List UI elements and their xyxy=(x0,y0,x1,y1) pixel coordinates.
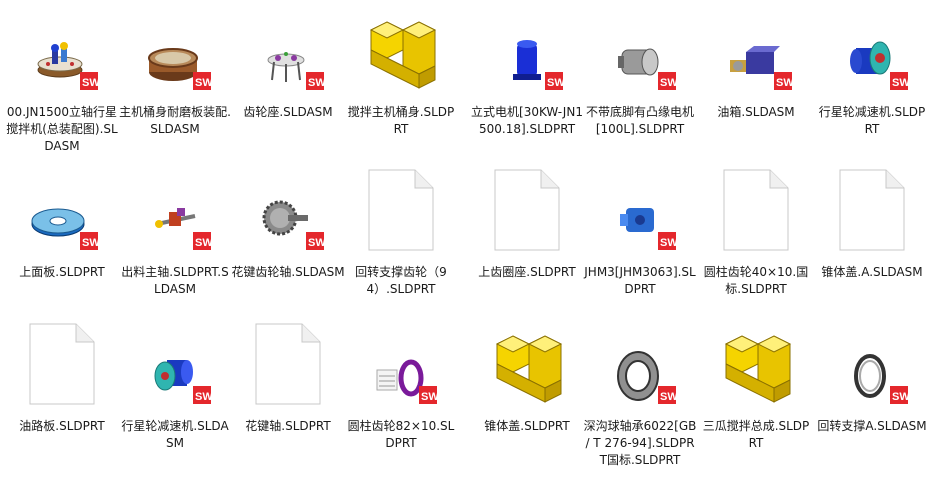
file-label: 00.JN1500立轴行星搅拌机(总装配图).SLDASM xyxy=(6,105,118,153)
svg-text:SW: SW xyxy=(308,77,326,89)
blank-file-icon xyxy=(832,160,912,254)
planetary-reducer-icon: SW xyxy=(832,0,912,94)
svg-text:SW: SW xyxy=(82,237,100,249)
file-item-cone-cover-a[interactable]: 锥体盖.A.SLDASM xyxy=(815,160,929,310)
file-label: 圆柱齿轮40×10.国标.SLDPRT xyxy=(703,265,809,296)
file-label: 油箱.SLDASM xyxy=(717,105,795,119)
file-label: 油路板.SLDPRT xyxy=(19,419,105,433)
spline-gear-shaft-icon: SW xyxy=(248,160,328,254)
gear-seat-icon: SW xyxy=(248,0,328,94)
file-item-slew-gear[interactable]: 回转支撑齿轮（94）.SLDPRT xyxy=(344,160,458,310)
file-item-oil-tank[interactable]: SW 油箱.SLDASM xyxy=(699,0,813,150)
file-label: 圆柱齿轮82×10.SLDPRT xyxy=(347,419,455,450)
ring-gear-icon: SW xyxy=(361,314,441,408)
file-label: 行星轮减速机.SLDPRT xyxy=(818,105,926,136)
assembly-stand-icon: SW xyxy=(22,0,102,94)
file-item-planetary-reducer-part[interactable]: SW 行星轮减速机.SLDPRT xyxy=(815,0,929,150)
file-item-planetary-reducer-asm[interactable]: SW 行星轮减速机.SLDASM xyxy=(118,314,232,464)
file-item-upper-ring-seat[interactable]: 上齿圈座.SLDPRT xyxy=(470,160,584,310)
file-label: 齿轮座.SLDASM xyxy=(243,105,333,119)
planetary-reducer-asm-icon: SW xyxy=(135,314,215,408)
file-item-assembly-main[interactable]: SW 00.JN1500立轴行星搅拌机(总装配图).SLDASM xyxy=(5,0,119,153)
svg-text:SW: SW xyxy=(892,77,910,89)
file-item-discharge-shaft[interactable]: SW 出料主轴.SLDPRT.SLDASM xyxy=(118,160,232,310)
svg-text:SW: SW xyxy=(195,237,213,249)
svg-text:SW: SW xyxy=(660,77,678,89)
svg-text:SW: SW xyxy=(660,237,678,249)
file-label: 锥体盖.A.SLDASM xyxy=(821,265,923,279)
hydraulic-pump-icon: SW xyxy=(600,160,680,254)
svg-text:SW: SW xyxy=(421,391,439,403)
file-label: 锥体盖.SLDPRT xyxy=(484,419,570,433)
file-item-gear-seat[interactable]: SW 齿轮座.SLDASM xyxy=(231,0,345,150)
svg-text:SW: SW xyxy=(660,391,678,403)
flange-motor-icon: SW xyxy=(600,0,680,94)
blank-file-icon xyxy=(716,160,796,254)
svg-text:SW: SW xyxy=(195,77,213,89)
top-plate-icon: SW xyxy=(22,160,102,254)
svg-text:SW: SW xyxy=(195,391,213,403)
svg-text:SW: SW xyxy=(82,77,100,89)
file-item-drum-part[interactable]: 搅拌主机桶身.SLDPRT xyxy=(344,0,458,150)
file-item-three-arm-mixer[interactable]: 三瓜搅拌总成.SLDPRT xyxy=(699,314,813,464)
slewing-ring-icon: SW xyxy=(832,314,912,408)
file-label: 立式电机[30KW-JN1500.18].SLDPRT xyxy=(471,105,583,136)
file-label: 上面板.SLDPRT xyxy=(19,265,105,279)
file-item-flange-motor[interactable]: SW 不带底脚有凸缘电机[100L].SLDPRT xyxy=(583,0,697,150)
blank-file-icon xyxy=(487,160,567,254)
file-item-spline-gear-shaft[interactable]: SW 花键齿轮轴.SLDASM xyxy=(231,160,345,310)
file-label: 回转支撑齿轮（94）.SLDPRT xyxy=(355,265,447,296)
svg-text:SW: SW xyxy=(308,237,326,249)
file-label: 主机桶身耐磨板装配.SLDASM xyxy=(119,105,231,136)
file-label: 花键齿轮轴.SLDASM xyxy=(231,265,345,279)
oil-tank-icon: SW xyxy=(716,0,796,94)
file-label: 出料主轴.SLDPRT.SLDASM xyxy=(121,265,229,296)
file-item-spline-shaft[interactable]: 花键轴.SLDPRT xyxy=(231,314,345,464)
file-item-top-plate[interactable]: SW 上面板.SLDPRT xyxy=(5,160,119,310)
file-item-cone-cover[interactable]: 锥体盖.SLDPRT xyxy=(470,314,584,464)
ball-bearing-icon: SW xyxy=(600,314,680,408)
svg-text:SW: SW xyxy=(547,77,565,89)
file-label: 上齿圈座.SLDPRT xyxy=(478,265,576,279)
file-label: 三瓜搅拌总成.SLDPRT xyxy=(702,419,810,450)
blank-file-icon xyxy=(248,314,328,408)
file-label: 不带底脚有凸缘电机[100L].SLDPRT xyxy=(585,105,694,136)
part-generic-icon xyxy=(487,314,567,408)
file-grid: SW 00.JN1500立轴行星搅拌机(总装配图).SLDASM SW 主机桶身… xyxy=(0,0,935,479)
svg-text:SW: SW xyxy=(776,77,794,89)
file-item-vertical-motor[interactable]: SW 立式电机[30KW-JN1500.18].SLDPRT xyxy=(470,0,584,150)
file-item-ball-bearing[interactable]: SW 深沟球轴承6022[GB / T 276-94].SLDPRT国标.SLD… xyxy=(583,314,697,467)
file-label: 搅拌主机桶身.SLDPRT xyxy=(347,105,455,136)
part-generic-icon xyxy=(716,314,796,408)
file-item-spur-gear-82[interactable]: SW 圆柱齿轮82×10.SLDPRT xyxy=(344,314,458,464)
file-label: 回转支撑A.SLDASM xyxy=(817,419,927,433)
file-label: 行星轮减速机.SLDASM xyxy=(121,419,229,450)
file-label: 花键轴.SLDPRT xyxy=(245,419,331,433)
file-item-jhm3[interactable]: SW JHM3[JHM3063].SLDPRT xyxy=(583,160,697,310)
svg-text:SW: SW xyxy=(892,391,910,403)
drum-assembly-icon: SW xyxy=(135,0,215,94)
file-item-slewing-support[interactable]: SW 回转支撑A.SLDASM xyxy=(815,314,929,464)
file-item-drum-assembly[interactable]: SW 主机桶身耐磨板装配.SLDASM xyxy=(118,0,232,150)
file-label: JHM3[JHM3063].SLDPRT xyxy=(584,265,696,296)
file-label: 深沟球轴承6022[GB / T 276-94].SLDPRT国标.SLDPRT xyxy=(583,419,697,467)
vertical-motor-icon: SW xyxy=(487,0,567,94)
file-item-oil-board[interactable]: 油路板.SLDPRT xyxy=(5,314,119,464)
part-generic-icon xyxy=(361,0,441,94)
discharge-shaft-icon: SW xyxy=(135,160,215,254)
file-item-spur-gear-40[interactable]: 圆柱齿轮40×10.国标.SLDPRT xyxy=(699,160,813,310)
blank-file-icon xyxy=(361,160,441,254)
blank-file-icon xyxy=(22,314,102,408)
